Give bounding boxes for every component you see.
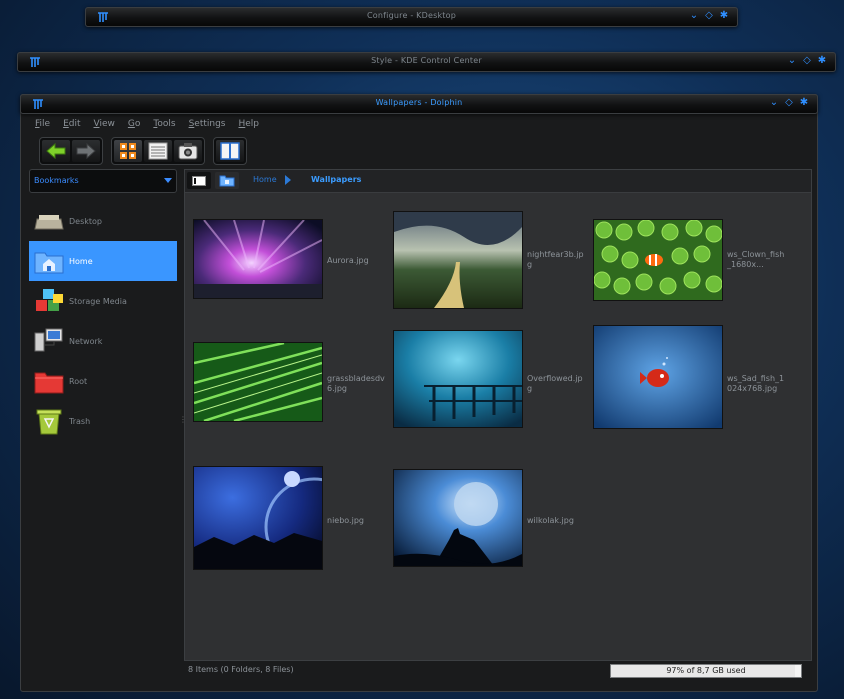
file-name: nightfear3b.jpg (527, 250, 584, 269)
breadcrumb-home[interactable]: Home (253, 175, 277, 184)
menu-tools[interactable]: Tools (153, 119, 175, 129)
status-bar: 8 Items (0 Folders, 8 Files) 97% of 8,7 … (184, 662, 810, 678)
forward-icon (76, 142, 96, 160)
thumbnail-clown-fish (593, 219, 723, 301)
thumbnail-niebo (193, 466, 323, 570)
window-title: Configure - KDesktop (367, 11, 456, 20)
split-group (213, 137, 247, 165)
network-icon (34, 328, 63, 352)
split-view-button[interactable] (216, 140, 244, 162)
window-title: Wallpapers - Dolphin (375, 98, 463, 107)
home-folder-icon (34, 252, 64, 274)
file-name: ws_Sad_fish_1024x768.jpg (727, 374, 785, 393)
thumbnail-aurora (193, 219, 323, 299)
menu-edit[interactable]: Edit (63, 119, 80, 129)
place-home[interactable]: Home (29, 241, 177, 281)
places-panel: Bookmarks Desktop Home Storage Media Net… (29, 169, 177, 659)
chevron-down-icon (164, 178, 172, 183)
file-name: grassbladesdv6.jpg (327, 374, 385, 393)
places-root-button[interactable] (215, 172, 239, 189)
folder-home-icon (219, 175, 235, 187)
file-name: niebo.jpg (327, 516, 364, 525)
preview-button[interactable] (174, 140, 202, 162)
close-icon[interactable]: ✱ (817, 56, 827, 66)
disk-usage-bar: 97% of 8,7 GB used (610, 664, 802, 678)
minimize-icon[interactable]: ⌄ (689, 11, 699, 21)
menu-view[interactable]: View (94, 119, 115, 129)
chevron-right-icon (285, 175, 291, 185)
icons-view-icon (120, 143, 136, 159)
place-desktop[interactable]: Desktop (29, 201, 177, 241)
nav-button-group (39, 137, 103, 165)
thumbnail-wilkolak (393, 469, 523, 567)
trash-icon (36, 409, 62, 435)
thumbnail-grass (193, 342, 323, 422)
view-mode-group (111, 137, 205, 165)
panel-splitter[interactable]: ⋮ (179, 415, 187, 427)
breadcrumb-wallpapers[interactable]: Wallpapers (311, 175, 361, 184)
location-edit-button[interactable] (187, 172, 211, 189)
toolbar (39, 137, 247, 165)
back-icon (46, 142, 66, 160)
minimize-icon[interactable]: ⌄ (769, 98, 779, 108)
maximize-icon[interactable]: ◇ (704, 11, 714, 21)
maximize-icon[interactable]: ◇ (802, 56, 812, 66)
file-name: Aurora.jpg (327, 256, 369, 265)
menubar: File Edit View Go Tools Settings Help (35, 119, 259, 129)
storage-media-icon (36, 289, 63, 311)
desktop-icon (34, 215, 64, 230)
location-bar: Home Wallpapers (185, 170, 811, 193)
place-storage-media[interactable]: Storage Media (29, 281, 177, 321)
menu-settings[interactable]: Settings (189, 119, 226, 129)
bookmarks-dropdown-label: Bookmarks (34, 176, 79, 185)
place-root[interactable]: Root (29, 361, 177, 401)
dolphin-window: Wallpapers - Dolphin ⌄ ◇ ✱ File Edit Vie… (20, 94, 818, 692)
thumbnail-overflowed (393, 330, 523, 428)
details-view-button[interactable] (144, 140, 172, 162)
menu-help[interactable]: Help (238, 119, 259, 129)
window-titlebar-control-center[interactable]: Style - KDE Control Center ⌄ ◇ ✱ (17, 52, 836, 72)
close-icon[interactable]: ✱ (719, 11, 729, 21)
place-trash[interactable]: Trash (29, 401, 177, 441)
thumbnail-sad-fish (593, 325, 723, 429)
back-button[interactable] (42, 140, 70, 162)
forward-button[interactable] (72, 140, 100, 162)
window-title: Style - KDE Control Center (371, 56, 482, 65)
split-view-icon (220, 142, 240, 160)
maximize-icon[interactable]: ◇ (784, 98, 794, 108)
minimize-icon[interactable]: ⌄ (787, 56, 797, 66)
file-name: Overflowed.jpg (527, 374, 583, 393)
place-network[interactable]: Network (29, 321, 177, 361)
preview-camera-icon (178, 143, 198, 160)
root-folder-icon (34, 372, 64, 394)
edit-location-icon (192, 175, 206, 186)
menu-go[interactable]: Go (128, 119, 141, 129)
file-name: wilkolak.jpg (527, 516, 574, 525)
details-view-icon (148, 142, 168, 160)
file-name: ws_Clown_fish_1680x... (727, 250, 785, 269)
window-titlebar-dolphin[interactable]: Wallpapers - Dolphin ⌄ ◇ ✱ (20, 94, 818, 114)
status-text: 8 Items (0 Folders, 8 Files) (188, 665, 294, 674)
disk-usage-label: 97% of 8,7 GB used (666, 666, 746, 675)
bookmarks-dropdown[interactable]: Bookmarks (29, 169, 177, 193)
icons-view-button[interactable] (114, 140, 142, 162)
file-view: Home Wallpapers Aurora.jpg nightfear3b.j… (184, 169, 812, 661)
menu-file[interactable]: File (35, 119, 50, 129)
window-titlebar-kdesktop[interactable]: Configure - KDesktop ⌄ ◇ ✱ (85, 7, 738, 27)
close-icon[interactable]: ✱ (799, 98, 809, 108)
thumbnail-nightfear (393, 211, 523, 309)
